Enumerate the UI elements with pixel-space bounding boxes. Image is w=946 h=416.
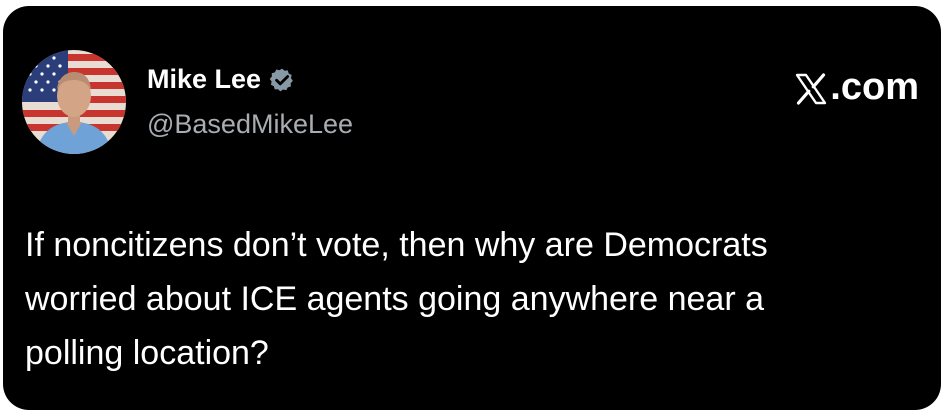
author-display-name[interactable]: Mike Lee bbox=[147, 64, 261, 95]
avatar[interactable] bbox=[22, 50, 126, 154]
tweet-text: If noncitizens don’t vote, then why are … bbox=[25, 226, 768, 372]
author-handle[interactable]: @BasedMikeLee bbox=[147, 109, 353, 140]
x-logo-icon bbox=[795, 72, 827, 105]
tweet-card: Mike Lee @BasedMikeLee .com If noncitize… bbox=[3, 6, 941, 410]
brand-domain: .com bbox=[830, 66, 919, 108]
verified-badge-icon bbox=[269, 67, 295, 93]
profile-photo-icon bbox=[22, 50, 126, 154]
author-name-row: Mike Lee bbox=[147, 64, 295, 95]
brand-mark: .com bbox=[795, 66, 919, 109]
